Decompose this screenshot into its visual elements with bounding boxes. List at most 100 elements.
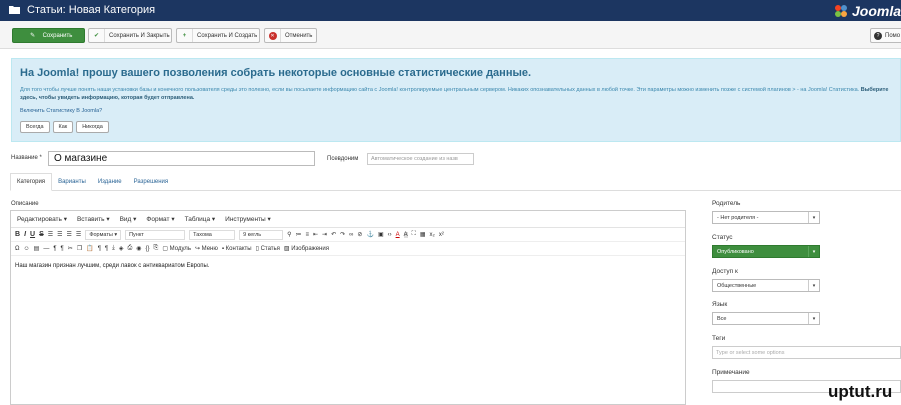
strikethrough-icon[interactable]: S <box>39 231 44 238</box>
editor-content[interactable]: Наш магазин признан лучшим, среди лавок … <box>15 263 210 269</box>
show-blocks-icon[interactable]: ¶ <box>98 246 101 252</box>
subscript-icon[interactable]: x₂ <box>430 232 435 238</box>
align-left-icon[interactable]: ☰ <box>48 231 53 238</box>
cut-icon[interactable]: ✂ <box>68 245 73 252</box>
note-label: Примечание <box>712 369 750 376</box>
images-label: Изображения <box>291 246 329 252</box>
menu-view[interactable]: Вид ▾ <box>120 215 137 223</box>
status-select[interactable]: Опубликовано ▾ <box>712 245 820 258</box>
preview-icon[interactable]: ◉ <box>136 245 141 252</box>
save-icon: ✎ <box>30 33 36 39</box>
editor-menubar: Редактировать ▾ Вставить ▾ Вид ▾ Формат … <box>11 211 685 228</box>
link-icon[interactable]: ∞ <box>349 232 353 238</box>
anchor-icon[interactable]: ⚓ <box>366 231 373 238</box>
tab-options[interactable]: Варианты <box>52 173 92 191</box>
tab-category[interactable]: Категория <box>10 173 53 191</box>
superscript-icon[interactable]: x² <box>439 232 444 238</box>
never-button[interactable]: Никогда <box>76 121 109 133</box>
image-icon[interactable]: ▣ <box>378 231 384 238</box>
top-navbar: Статьи: Новая Категория Joomla <box>0 0 901 21</box>
emoticons-icon[interactable]: ☺ <box>24 246 30 252</box>
cancel-icon: ✕ <box>265 29 281 42</box>
numbered-list-icon[interactable]: ≡ <box>306 232 310 238</box>
menu-table[interactable]: Таблица ▾ <box>185 215 216 223</box>
pagebreak-icon[interactable]: ⎘ <box>154 245 159 252</box>
table-icon[interactable]: ▦ <box>420 231 426 238</box>
source-code-icon[interactable]: {} <box>146 246 150 252</box>
code-icon[interactable]: ‹› <box>388 232 392 238</box>
redo-icon[interactable]: ↷ <box>340 231 345 238</box>
cancel-button[interactable]: ✕ Отменить <box>264 28 317 43</box>
visual-chars-icon[interactable]: ¶ <box>105 246 108 252</box>
template-icon[interactable]: ◈ <box>119 245 124 252</box>
always-button[interactable]: Всегда <box>20 121 50 133</box>
save-label: Сохранить <box>42 32 73 39</box>
folder-icon <box>9 6 20 14</box>
block-select[interactable]: Пункт <box>125 229 186 240</box>
parent-select[interactable]: - Нет родителя - ▾ <box>712 211 820 224</box>
align-right-icon[interactable]: ☰ <box>67 231 72 238</box>
status-label: Статус <box>712 234 733 241</box>
outdent-icon[interactable]: ⇤ <box>313 231 318 238</box>
chevron-down-icon: ▾ <box>808 280 819 291</box>
paste-icon[interactable]: 📋 <box>86 245 93 252</box>
save-close-button[interactable]: ✔ Сохранить И Закрыть <box>88 28 172 43</box>
contacts-button[interactable]: ▪ Контакты <box>222 246 252 252</box>
chevron-down-icon: ▾ <box>808 246 819 257</box>
module-button[interactable]: ▢ Модуль <box>162 245 191 252</box>
italic-icon[interactable]: I <box>24 231 26 238</box>
chevron-down-icon: ▾ <box>808 212 819 223</box>
size-select[interactable]: 9 кегль <box>239 229 284 240</box>
bullet-list-icon[interactable]: ≔ <box>296 231 302 238</box>
tags-input[interactable]: Type or select some options <box>712 346 901 359</box>
title-input[interactable]: О магазине <box>48 151 315 166</box>
language-select[interactable]: Все ▾ <box>712 312 820 325</box>
fullscreen-icon[interactable]: ⛶ <box>412 231 416 238</box>
unlink-icon[interactable]: ⊘ <box>357 231 362 238</box>
tab-permissions[interactable]: Разрешения <box>128 173 175 191</box>
parent-value: - Нет родителя - <box>717 214 759 221</box>
indent-icon[interactable]: ⇥ <box>322 231 327 238</box>
once-button[interactable]: Как <box>52 121 74 133</box>
alias-input[interactable]: Автоматическое создание из назв <box>367 153 474 165</box>
font-select[interactable]: Тахома <box>189 229 236 240</box>
watermark: uptut.ru <box>828 382 893 401</box>
title-label: Название * <box>11 155 42 161</box>
hr-icon[interactable]: — <box>43 246 49 252</box>
menu-button[interactable]: ↪ Меню <box>195 245 218 252</box>
joomla-logo: Joomla <box>833 0 901 21</box>
menu-tools[interactable]: Инструменты ▾ <box>225 215 271 223</box>
tab-publishing[interactable]: Издание <box>92 173 128 191</box>
rtl-icon[interactable]: ¶ <box>61 246 64 252</box>
menu-insert[interactable]: Вставить ▾ <box>77 215 110 223</box>
formats-select[interactable]: Форматы ▾ <box>85 229 122 240</box>
help-button[interactable]: ? Помо <box>870 28 901 43</box>
underline-icon[interactable]: U <box>30 231 35 238</box>
find-icon[interactable]: ⚲ <box>287 231 291 238</box>
check-icon: ✔ <box>89 29 105 42</box>
save-new-button[interactable]: + Сохранить И Создать <box>176 28 260 43</box>
media-icon[interactable]: ▤ <box>34 245 40 252</box>
omega-icon[interactable]: Ω <box>15 246 20 252</box>
editor-toolbar-row-1: B I U S ☰ ☰ ☰ ☰ Форматы ▾ Пункт Тахома 9… <box>11 228 685 242</box>
copy-icon[interactable]: ❐ <box>77 245 82 252</box>
access-select[interactable]: Общественные ▾ <box>712 279 820 292</box>
text-color-icon[interactable]: A <box>396 232 400 238</box>
save-button[interactable]: ✎ Сохранить <box>12 28 85 43</box>
save-close-label: Сохранить И Закрыть <box>109 32 170 39</box>
ltr-icon[interactable]: ¶ <box>53 246 56 252</box>
undo-icon[interactable]: ↶ <box>331 231 336 238</box>
article-button[interactable]: ▯ Статья <box>256 245 280 252</box>
images-button[interactable]: ▨ Изображения <box>284 245 329 252</box>
bold-icon[interactable]: B <box>15 231 20 238</box>
menu-edit[interactable]: Редактировать ▾ <box>17 215 67 223</box>
bg-color-icon[interactable]: A <box>403 231 408 238</box>
help-label: Помо <box>885 32 901 39</box>
menu-format[interactable]: Формат ▾ <box>146 215 174 223</box>
status-value: Опубликовано <box>717 248 754 255</box>
save-icon-2[interactable]: ⤓ <box>112 245 115 252</box>
stats-enable-link[interactable]: Включить Статистику В Joomla? <box>20 108 102 114</box>
align-center-icon[interactable]: ☰ <box>57 231 62 238</box>
align-justify-icon[interactable]: ☰ <box>76 231 81 238</box>
print-icon[interactable]: ⎙ <box>127 245 132 252</box>
